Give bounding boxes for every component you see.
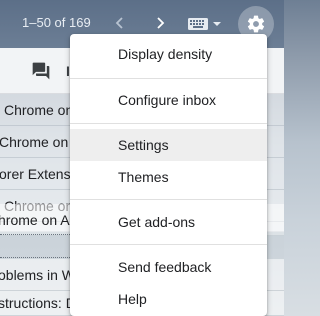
list-item-snippet: Chrome on	[4, 101, 74, 118]
list-item-snippet: orer Extens	[0, 165, 71, 182]
list-item-snippet: hrome on A	[0, 211, 70, 228]
divider	[0, 234, 70, 235]
next-page-button[interactable]	[149, 12, 171, 34]
list-item-snippet: structions: D	[0, 295, 76, 311]
menu-item-send-feedback[interactable]: Send feedback	[70, 251, 267, 283]
menu-item-themes[interactable]: Themes	[70, 161, 267, 193]
previous-page-button[interactable]	[109, 12, 131, 34]
list-item-snippet: oblems in W	[0, 266, 76, 283]
chat-icon[interactable]	[31, 61, 51, 81]
menu-item-get-add-ons[interactable]: Get add-ons	[70, 206, 267, 238]
list-item-snippet: Chrome on	[0, 133, 69, 150]
divider	[0, 257, 70, 258]
menu-item-settings[interactable]: Settings	[70, 129, 267, 161]
menu-separator	[70, 78, 267, 79]
dropdown-arrow-icon	[213, 22, 221, 26]
menu-item-help[interactable]: Help	[70, 283, 267, 315]
settings-menu: Display density Configure inbox Settings…	[70, 34, 267, 316]
input-tools-button[interactable]	[188, 16, 222, 32]
gear-icon	[247, 15, 265, 33]
menu-item-display-density[interactable]: Display density	[70, 38, 267, 70]
pagination-count: 1–50 of 169	[22, 15, 91, 30]
menu-separator	[70, 244, 267, 245]
chevron-left-icon	[115, 17, 123, 29]
menu-separator	[70, 123, 267, 124]
menu-item-configure-inbox[interactable]: Configure inbox	[70, 84, 267, 116]
keyboard-icon	[188, 18, 208, 30]
chevron-right-icon	[157, 17, 165, 29]
menu-separator	[70, 199, 267, 200]
